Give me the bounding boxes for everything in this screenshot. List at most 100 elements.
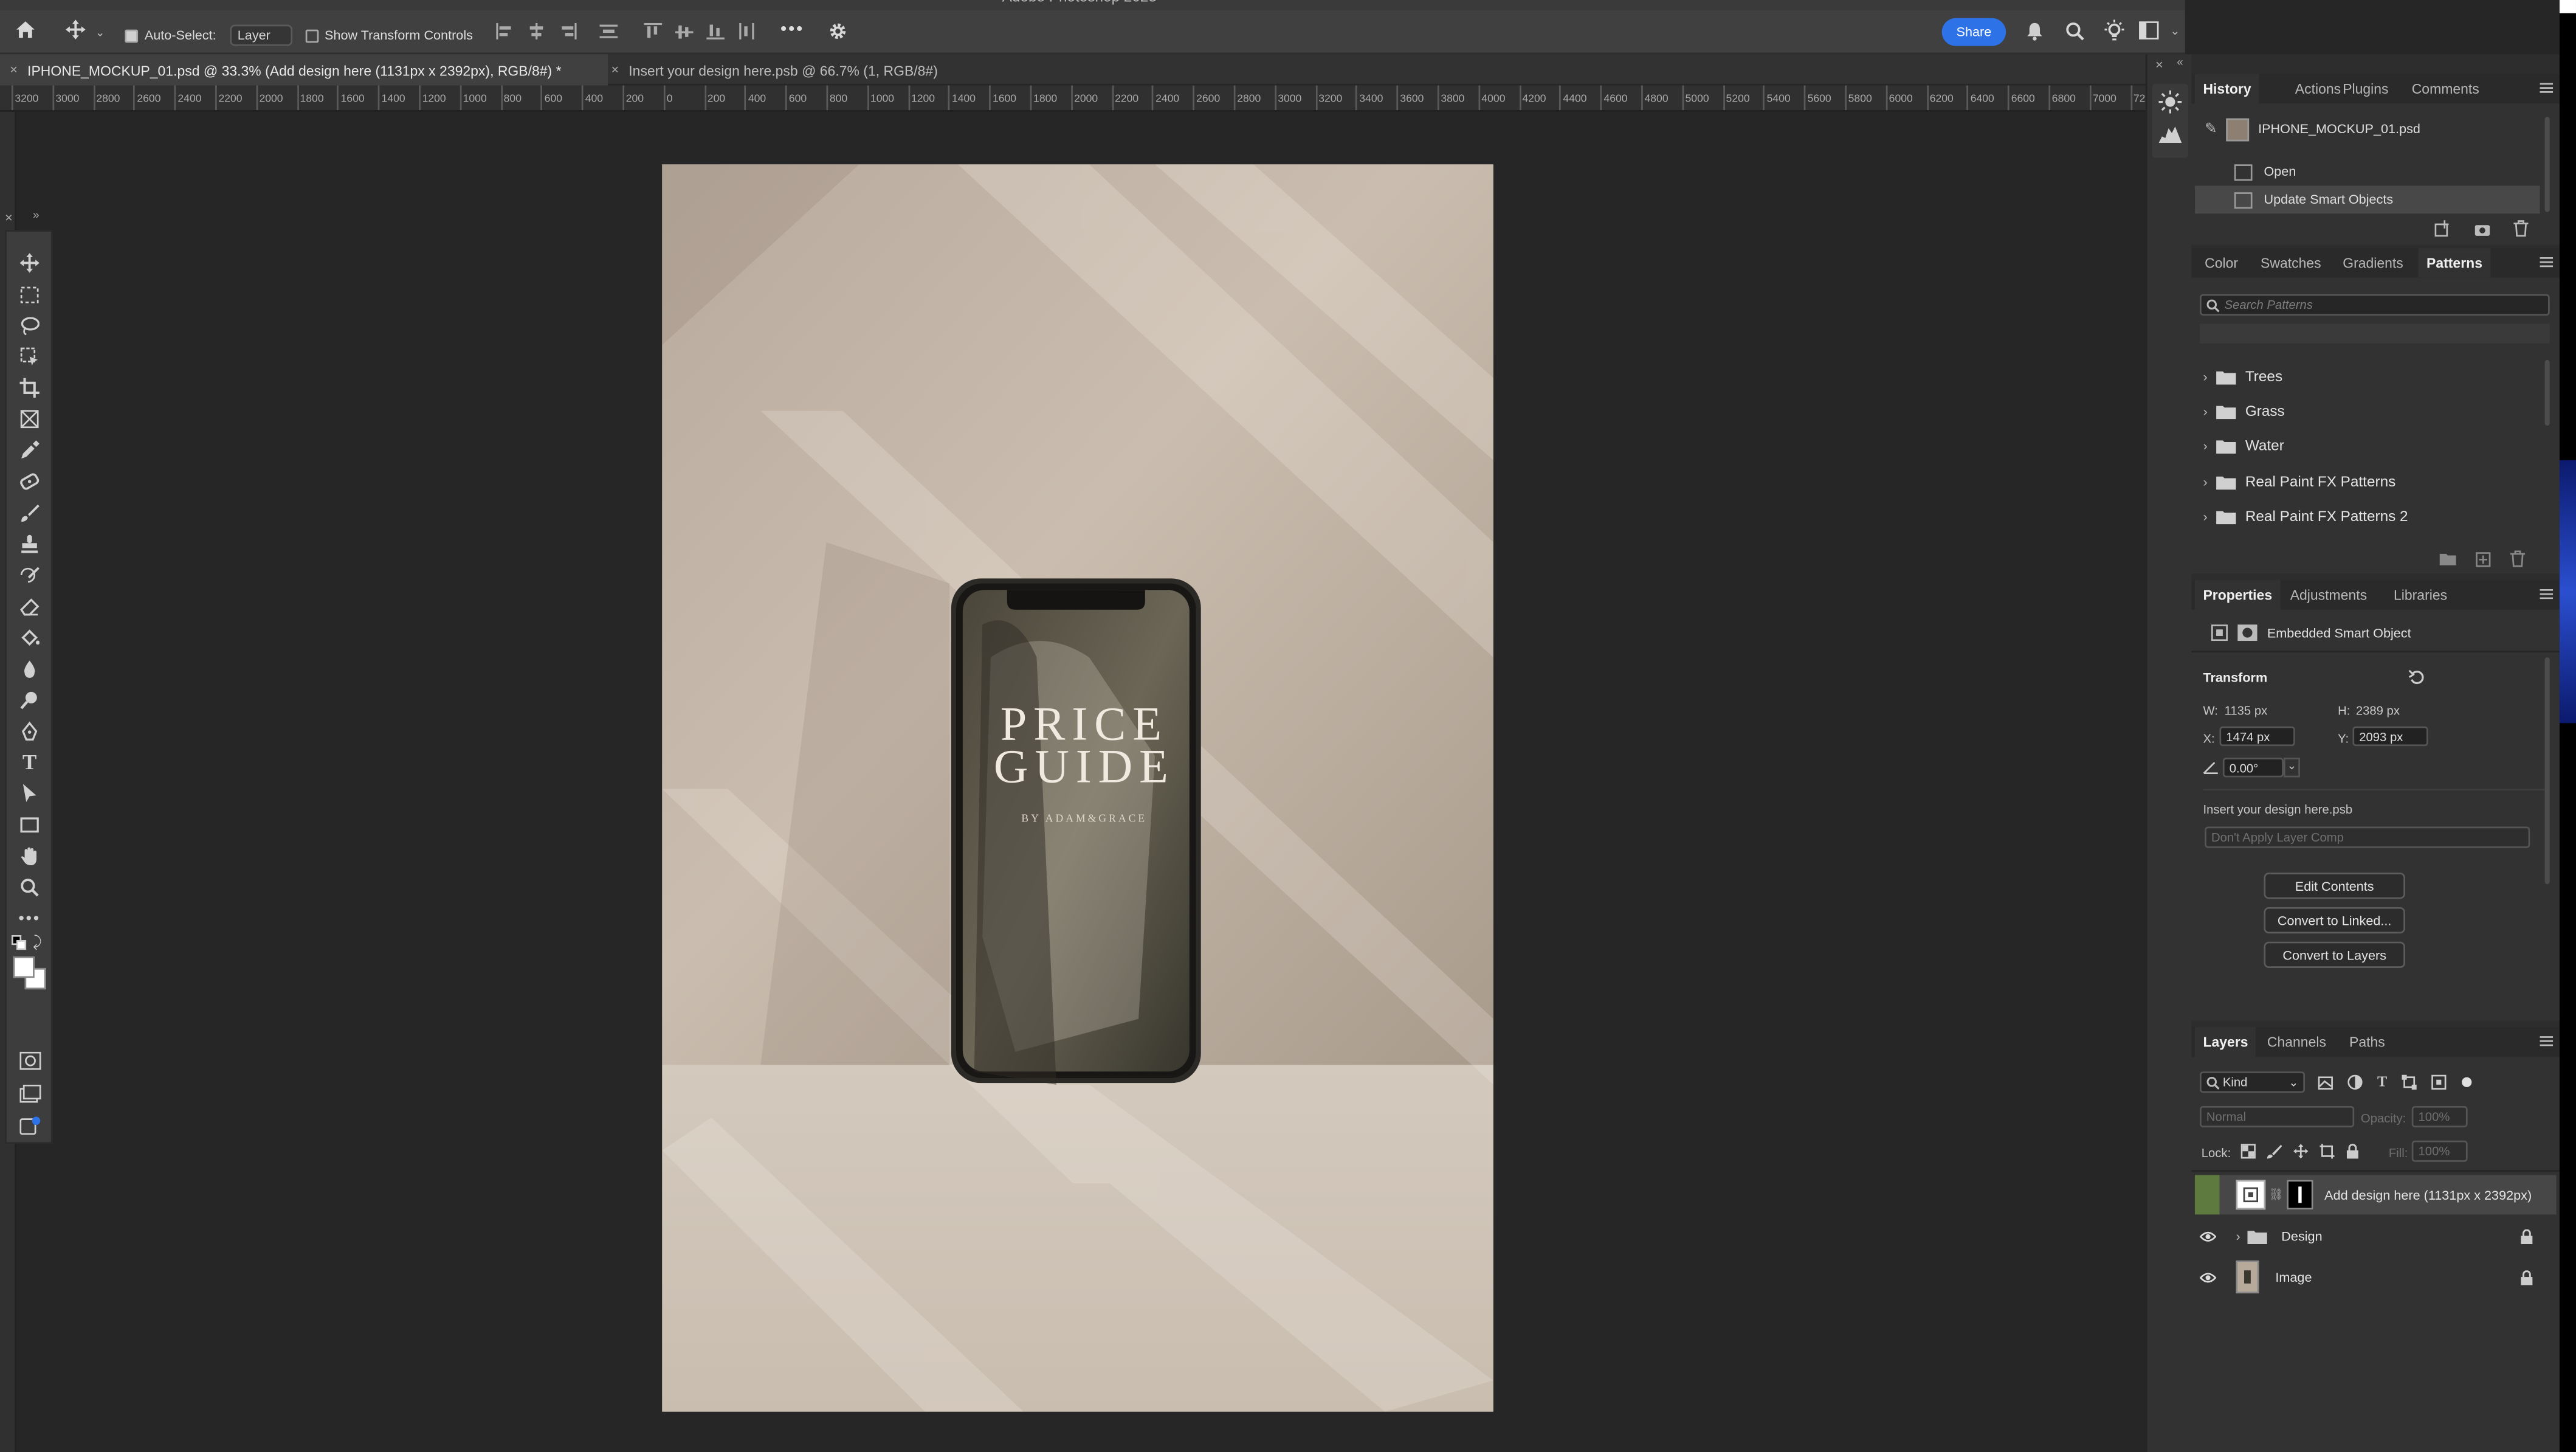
close-icon[interactable]: × <box>2155 58 2163 72</box>
trash-icon[interactable] <box>2513 220 2529 237</box>
history-brush-icon[interactable] <box>16 562 43 588</box>
clone-stamp-icon[interactable] <box>16 531 43 557</box>
tab-patterns[interactable]: Patterns <box>2418 248 2491 278</box>
brush-source-icon[interactable]: ✎ <box>2205 120 2217 138</box>
angle-field[interactable]: 0.00° <box>2222 757 2284 778</box>
pen-icon[interactable] <box>16 718 43 744</box>
history-item-active[interactable]: Update Smart Objects <box>2194 185 2540 214</box>
adjustment-filter-icon[interactable] <box>2347 1074 2363 1090</box>
y-position-field[interactable]: 2093 px <box>2352 726 2428 747</box>
foreground-color-swatch[interactable] <box>13 956 35 978</box>
swap-colors-icon[interactable]: ⤸ <box>33 933 42 952</box>
camera-icon[interactable] <box>2474 221 2490 236</box>
tab-history[interactable]: History <box>2194 74 2260 104</box>
blur-icon[interactable] <box>16 655 43 682</box>
rectangle-icon[interactable] <box>16 812 43 838</box>
pattern-group-real-paint-fx-2[interactable]: › Real Paint FX Patterns 2 <box>2195 500 2540 533</box>
tab-channels[interactable]: Channels <box>2267 1027 2326 1057</box>
search-patterns-field[interactable]: Search Patterns <box>2200 294 2550 316</box>
toolbar-close-icon[interactable]: × <box>5 210 13 225</box>
lock-all-icon[interactable] <box>2346 1144 2360 1159</box>
opacity-field[interactable]: 100% <box>2411 1105 2468 1128</box>
lock-position-icon[interactable] <box>2293 1144 2309 1159</box>
layer-comp-select[interactable]: Don't Apply Layer Comp <box>2205 826 2530 848</box>
pattern-group-trees[interactable]: › Trees <box>2195 360 2540 393</box>
close-icon[interactable]: × <box>611 63 619 77</box>
brightness-panel-icon[interactable] <box>2158 90 2182 114</box>
edit-contents-button[interactable]: Edit Contents <box>2264 873 2405 899</box>
panel-menu-icon[interactable] <box>2540 1035 2554 1047</box>
panel-menu-icon[interactable] <box>2540 82 2554 94</box>
tab-comments[interactable]: Comments <box>2412 74 2479 104</box>
workspace-icon[interactable] <box>2139 21 2159 40</box>
type-icon[interactable]: T <box>16 749 43 775</box>
object-selection-icon[interactable] <box>16 344 43 370</box>
move-tool-icon[interactable] <box>66 19 86 40</box>
smart-object-filter-icon[interactable] <box>2431 1074 2447 1090</box>
zoom-icon[interactable] <box>16 874 43 901</box>
auto-select-dropdown[interactable]: Layer <box>229 24 292 46</box>
tab-insert-design[interactable]: × Insert your design here.psb @ 66.7% (1… <box>601 54 996 85</box>
align-center-icon[interactable] <box>528 22 546 40</box>
align-right-icon[interactable] <box>559 22 577 40</box>
history-snapshot[interactable]: ✎ IPHONE_MOCKUP_01.psd <box>2195 115 2540 143</box>
convert-to-linked-button[interactable]: Convert to Linked... <box>2264 907 2405 934</box>
discover-lightbulb-icon[interactable] <box>2104 19 2124 41</box>
distribute-icon[interactable] <box>599 23 618 40</box>
generative-fill-icon[interactable] <box>16 1113 43 1139</box>
layer-row-image[interactable]: Image <box>2195 1257 2557 1297</box>
screen-mode-icon[interactable] <box>16 1080 43 1106</box>
tab-adjustments[interactable]: Adjustments <box>2290 580 2367 610</box>
distribute-vertical-icon[interactable] <box>738 22 756 40</box>
move-icon[interactable] <box>16 250 43 276</box>
pattern-group-grass[interactable]: › Grass <box>2195 395 2540 427</box>
tab-color[interactable]: Color <box>2205 248 2238 278</box>
tab-paths[interactable]: Paths <box>2349 1027 2385 1057</box>
eye-icon[interactable] <box>2195 1230 2220 1242</box>
visibility-toggle-off[interactable] <box>2194 1175 2220 1215</box>
new-document-icon[interactable] <box>2434 220 2451 237</box>
auto-select-checkbox[interactable] <box>125 29 139 42</box>
align-left-icon[interactable] <box>496 22 514 40</box>
toolbar-collapse-icon[interactable]: » <box>33 210 40 222</box>
align-top-icon[interactable] <box>644 22 663 40</box>
panel-menu-icon[interactable] <box>2540 257 2554 268</box>
pattern-group-real-paint-fx[interactable]: › Real Paint FX Patterns <box>2195 465 2540 498</box>
chevron-right-icon[interactable]: › <box>2236 1228 2240 1243</box>
transform-controls-checkbox[interactable] <box>305 29 319 42</box>
histogram-panel-icon[interactable] <box>2158 123 2182 143</box>
frame-icon[interactable] <box>16 406 43 432</box>
new-pattern-icon[interactable] <box>2476 551 2491 567</box>
panel-menu-icon[interactable] <box>2540 589 2554 600</box>
quick-mask-icon[interactable] <box>16 1047 43 1073</box>
expand-icon[interactable]: « <box>2177 58 2183 69</box>
close-icon[interactable]: × <box>10 63 18 77</box>
angle-dropdown-icon[interactable]: ⌄ <box>2283 757 2300 778</box>
width-value[interactable]: 1135 px <box>2225 704 2268 718</box>
tab-libraries[interactable]: Libraries <box>2394 580 2447 610</box>
share-button[interactable]: Share <box>1941 18 2006 46</box>
eye-icon[interactable] <box>2195 1271 2220 1283</box>
align-bottom-icon[interactable] <box>706 23 725 40</box>
tab-layers[interactable]: Layers <box>2194 1027 2257 1057</box>
filter-toggle-icon[interactable] <box>2461 1076 2473 1088</box>
link-icon[interactable]: ⛓ <box>2269 1188 2284 1201</box>
new-group-icon[interactable] <box>2439 552 2456 565</box>
patterns-scrollbar[interactable] <box>2544 359 2550 426</box>
x-position-field[interactable]: 1474 px <box>2219 726 2295 747</box>
lock-paint-icon[interactable] <box>2267 1144 2282 1159</box>
path-selection-icon[interactable] <box>16 781 43 807</box>
layer-row-design[interactable]: › Design <box>2195 1216 2557 1256</box>
tab-swatches[interactable]: Swatches <box>2261 248 2321 278</box>
gear-icon[interactable] <box>828 21 847 41</box>
type-filter-icon[interactable]: T <box>2377 1074 2387 1090</box>
layer-filter-select[interactable]: Kind ⌄ <box>2200 1071 2306 1093</box>
edit-toolbar-icon[interactable]: ••• <box>16 905 43 932</box>
lasso-icon[interactable] <box>16 313 43 339</box>
dodge-icon[interactable] <box>16 687 43 713</box>
trash-icon[interactable] <box>2510 550 2526 567</box>
reset-transform-icon[interactable] <box>2408 669 2425 685</box>
history-scrollbar[interactable] <box>2544 116 2550 212</box>
height-value[interactable]: 2389 px <box>2356 704 2400 718</box>
convert-to-layers-button[interactable]: Convert to Layers <box>2264 941 2405 968</box>
